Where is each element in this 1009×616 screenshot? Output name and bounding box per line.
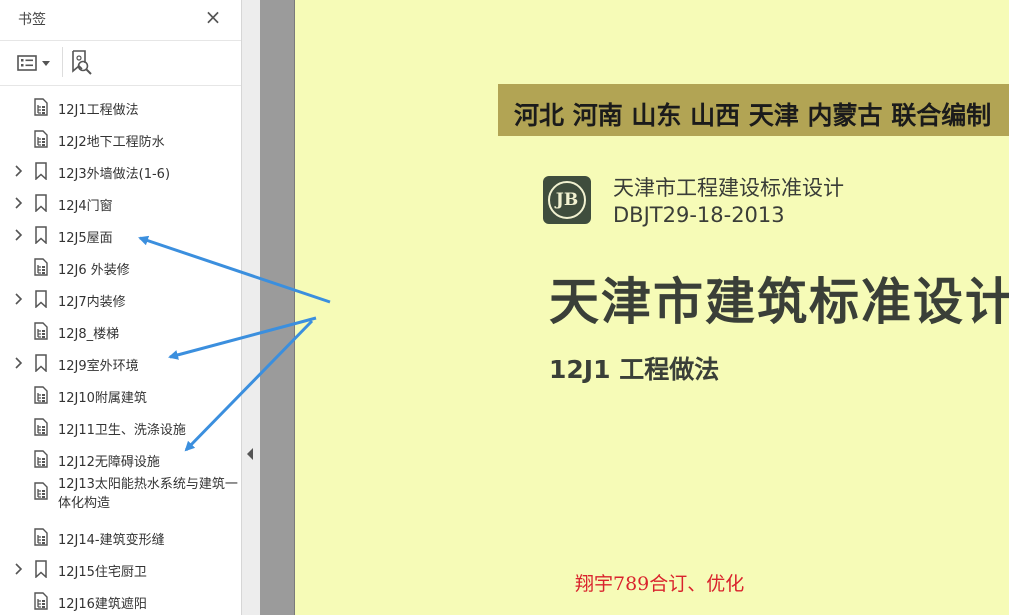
page-bookmark-icon [34,482,48,500]
bookmark-icon [35,290,47,308]
bookmark-label: 12J5屋面 [58,231,113,246]
cover-banner: 河北 河南 山东 山西 天津 内蒙古 联合编制 [498,84,1009,136]
bookmark-item[interactable]: 12J4门窗 [0,188,241,218]
page-bookmark-icon [34,258,48,276]
bookmark-item[interactable]: 12J3外墙做法(1-6) [0,156,241,186]
chevron-right-icon[interactable] [12,292,26,306]
panel-title: 书签 [18,12,46,28]
bookmark-icon [35,354,47,372]
bookmark-label: 12J10附属建筑 [58,391,147,406]
bookmark-icon [35,162,47,180]
bookmark-item[interactable]: 12J13太阳能热水系统与建筑一体化构造 [0,476,241,520]
document-page: 河北 河南 山东 山西 天津 内蒙古 联合编制 JB 天津市工程建设标准设计 D… [294,0,1009,615]
logo-text: JB [548,181,586,219]
page-bookmark-icon [34,130,48,148]
bookmark-label: 12J4门窗 [58,199,113,214]
bookmark-item[interactable]: 12J10附属建筑 [0,380,241,410]
page-bookmark-icon [34,322,48,340]
document-viewport: 河北 河南 山东 山西 天津 内蒙古 联合编制 JB 天津市工程建设标准设计 D… [260,0,1009,615]
bookmarks-toolbar [0,40,241,86]
jb-logo: JB [543,176,591,224]
bookmark-item[interactable]: 12J12无障碍设施 [0,444,241,474]
bookmark-icon [35,194,47,212]
page-bookmark-icon [34,418,48,436]
panel-splitter[interactable] [242,0,260,615]
bookmark-label: 12J8_楼梯 [58,327,120,342]
chevron-right-icon[interactable] [12,196,26,210]
chevron-right-icon[interactable] [12,356,26,370]
chevron-right-icon[interactable] [12,164,26,178]
bookmark-item[interactable]: 12J16建筑遮阳 [0,586,241,616]
bookmark-item[interactable]: 12J1工程做法 [0,92,241,122]
main-title: 天津市建筑标准设计 [549,273,1009,331]
standard-code: DBJT29-18-2013 [613,203,785,227]
watermark-text: 翔宇789合订、优化 [575,573,745,595]
bookmarks-panel: 书签 × 12J1工程做法 12J2地下工程防水 12J3外墙做法(1-6) 12J4… [0,0,242,615]
page-bookmark-icon [34,592,48,610]
sub-title: 12J1 工程做法 [549,355,720,384]
bookmark-label: 12J2地下工程防水 [58,135,165,150]
find-bookmark-icon [72,50,92,75]
bookmark-item[interactable]: 12J11卫生、洗涤设施 [0,412,241,442]
chevron-right-icon[interactable] [12,562,26,576]
bookmark-label: 12J12无障碍设施 [58,455,160,470]
bookmark-label: 12J13太阳能热水系统与建筑一体化构造 [58,477,238,511]
bookmark-item[interactable]: 12J9室外环境 [0,348,241,378]
bookmark-label: 12J6 外装修 [58,263,130,278]
bookmark-label: 12J14-建筑变形缝 [58,533,165,548]
standard-name: 天津市工程建设标准设计 [613,176,844,200]
close-icon[interactable]: × [200,4,226,30]
bookmark-item[interactable]: 12J7内装修 [0,284,241,314]
page-bookmark-icon [34,386,48,404]
toolbar-divider [62,47,63,77]
bookmark-label: 12J15住宅厨卫 [58,565,147,580]
page-bookmark-icon [34,450,48,468]
bookmark-list: 12J1工程做法 12J2地下工程防水 12J3外墙做法(1-6) 12J4门窗 12J… [0,90,241,615]
bookmark-item[interactable]: 12J14-建筑变形缝 [0,522,241,552]
page-bookmark-icon [34,98,48,116]
bookmark-label: 12J1工程做法 [58,103,139,118]
bookmark-label: 12J9室外环境 [58,359,139,374]
bookmarks-header: 书签 × [0,0,241,38]
bookmark-label: 12J16建筑遮阳 [58,597,147,612]
bookmark-item[interactable]: 12J15住宅厨卫 [0,554,241,584]
chevron-right-icon[interactable] [12,228,26,242]
page-bookmark-icon [34,528,48,546]
bookmark-label: 12J3外墙做法(1-6) [58,167,171,182]
bookmark-item[interactable]: 12J8_楼梯 [0,316,241,346]
list-options-icon [17,55,50,71]
bookmark-label: 12J11卫生、洗涤设施 [58,423,186,438]
bookmark-item[interactable]: 12J2地下工程防水 [0,124,241,154]
bookmark-item[interactable]: 12J5屋面 [0,220,241,250]
options-menu-button[interactable] [16,51,56,75]
bookmark-icon [35,560,47,578]
bookmark-label: 12J7内装修 [58,295,126,310]
find-bookmark-button[interactable] [70,49,94,77]
collapse-panel-icon[interactable] [247,448,253,460]
banner-text: 河北 河南 山东 山西 天津 内蒙古 联合编制 [514,101,992,130]
bookmark-icon [35,226,47,244]
bookmark-item[interactable]: 12J6 外装修 [0,252,241,282]
